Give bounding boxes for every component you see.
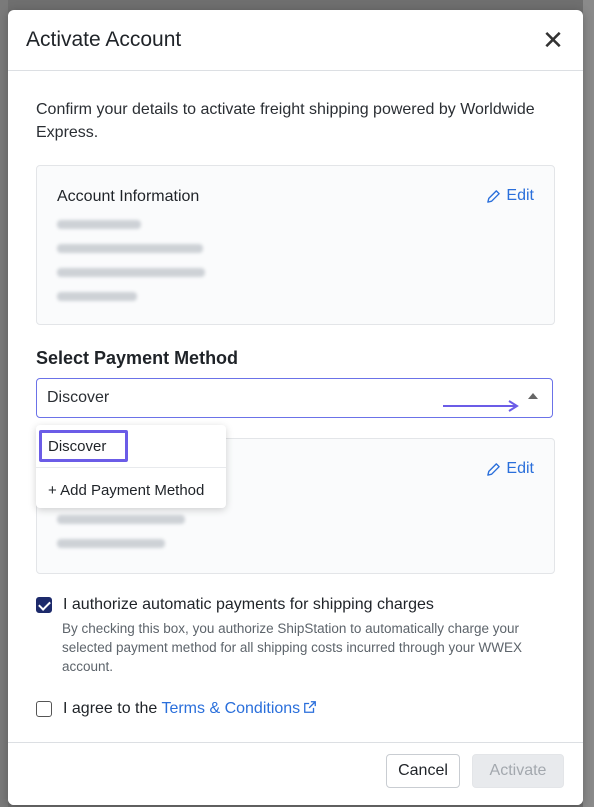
terms-link[interactable]: Terms & Conditions — [161, 700, 317, 717]
background-page-left — [0, 0, 8, 807]
modal-title: Activate Account — [26, 28, 182, 51]
terms-link-label: Terms & Conditions — [161, 700, 301, 717]
modal-header: Activate Account ✕ — [8, 10, 583, 71]
background-page-right — [583, 0, 594, 807]
authorize-row: I authorize automatic payments for shipp… — [36, 596, 434, 614]
annotation-arrow-icon — [443, 400, 519, 412]
dropdown-option-label: Discover — [48, 438, 107, 455]
authorize-label: I authorize automatic payments for shipp… — [63, 596, 434, 613]
account-information-card: Account Information Edit — [36, 165, 555, 325]
edit-payment-button[interactable]: Edit — [486, 460, 534, 478]
payment-method-label: Select Payment Method — [36, 348, 239, 368]
pencil-icon — [487, 189, 501, 203]
redacted-name — [57, 220, 141, 229]
terms-label: I agree to the Terms & Conditions — [63, 700, 317, 718]
redacted-address-line1 — [57, 515, 185, 524]
payment-method-dropdown: Discover + Add Payment Method — [36, 425, 226, 508]
close-icon[interactable]: ✕ — [541, 26, 565, 54]
edit-label: Edit — [506, 460, 534, 477]
dropdown-option-discover[interactable]: Discover — [36, 425, 226, 467]
redacted-account — [57, 244, 203, 253]
authorize-checkbox[interactable] — [36, 597, 52, 613]
terms-prefix: I agree to the — [63, 700, 162, 717]
edit-label: Edit — [506, 187, 534, 204]
redacted-email — [57, 268, 205, 277]
activate-account-modal: Activate Account ✕ Confirm your details … — [8, 10, 583, 805]
modal-footer: Cancel Activate — [8, 742, 583, 805]
payment-method-select[interactable]: Discover — [36, 378, 553, 418]
redacted-phone — [57, 292, 137, 301]
payment-method-selected-value: Discover — [47, 389, 110, 406]
caret-up-icon — [528, 393, 538, 399]
account-information-title: Account Information — [57, 188, 200, 205]
pencil-icon — [487, 462, 501, 476]
dropdown-option-add-payment[interactable]: + Add Payment Method — [36, 467, 226, 509]
external-link-icon — [304, 701, 317, 713]
authorize-help-text: By checking this box, you authorize Ship… — [62, 621, 522, 674]
redacted-address-line2 — [57, 539, 165, 548]
dropdown-option-label: + Add Payment Method — [48, 482, 205, 499]
terms-row: I agree to the Terms & Conditions — [36, 700, 317, 718]
cancel-button[interactable]: Cancel — [386, 754, 460, 788]
intro-text: Confirm your details to activate freight… — [36, 101, 535, 141]
terms-checkbox[interactable] — [36, 701, 52, 717]
edit-account-button[interactable]: Edit — [486, 187, 534, 205]
activate-button[interactable]: Activate — [472, 754, 564, 788]
